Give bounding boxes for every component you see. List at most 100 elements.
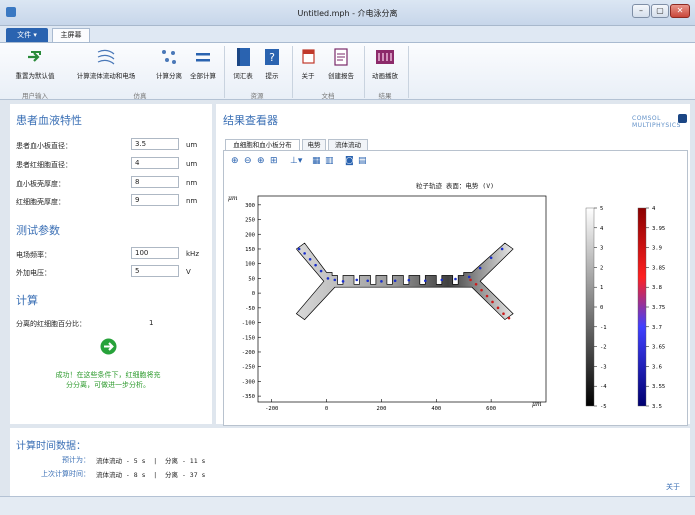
platelet-diameter-unit: um [186,141,198,149]
colorbar-tick-label: 3.8 [652,285,662,291]
legend-toggle-icon[interactable]: ▥ [325,156,334,166]
play-animation-button[interactable]: 动画播放 [366,47,404,80]
frequency-unit: kHz [186,250,199,258]
about-icon [302,49,315,64]
colorbar-tick-label: 3.75 [652,305,665,311]
y-tick-label: -200 [242,350,255,356]
play-animation-label: 动画播放 [372,72,398,80]
y-tick-label: -150 [242,335,255,341]
patient-section-title: 患者血液特性 [16,114,82,127]
colorbar-tick-label: 3 [600,246,603,252]
separation-icon [162,50,176,64]
compute-section-title: 计算 [16,294,38,307]
x-tick-label: 600 [486,406,496,412]
success-line-2: 分分离，可做进一步分析。 [66,381,150,389]
platelet-particle [500,247,504,251]
rbc-particle [496,306,500,310]
platelet-shell-unit: nm [186,179,198,187]
zoom-box-icon[interactable]: ⊕ [257,156,265,166]
rbc-percent-value: 1 [149,319,154,327]
colorbar-tick-label: 3.7 [652,325,662,331]
colorbar-tick-label: 0 [600,305,603,311]
minimize-button[interactable]: – [632,4,650,18]
animation-icon [376,50,394,64]
glossary-button[interactable]: 词汇表 [228,47,258,80]
compute-all-button[interactable]: 全部计算 [186,47,220,80]
success-line-1: 成功！在这些条件下，红细胞将充 [55,371,161,379]
platelet-particle [319,269,323,273]
camera-icon[interactable]: ◙ [345,156,354,166]
colorbar-tick-label: 3.95 [652,226,665,232]
rbc-shell-input[interactable]: 9 [131,194,179,206]
plot-area: 300250200150100500-50-100-150-200-250-30… [228,195,665,412]
group-simulation: 仿真 [133,92,147,100]
maximize-button[interactable]: ▢ [651,4,669,18]
colorbar-tick-label: -4 [600,384,607,390]
voltage-unit: V [186,268,191,276]
colorbar-tick-label: 3.65 [652,345,665,351]
platelet-particle [341,280,345,283]
platelet-diameter-label: 患者血小板直径： [16,142,72,150]
tab-home[interactable]: 主屏幕 [52,28,90,43]
x-tick-label: 0 [325,406,328,412]
status-bar [0,496,695,515]
compute-separation-button[interactable]: 计算分离 [152,47,186,80]
rbc-diameter-label: 患者红细胞直径： [16,161,72,169]
tips-button[interactable]: ? 提示 [258,47,286,80]
compute-separation-label: 计算分离 [156,72,182,80]
y-tick-label: 150 [245,247,255,253]
channel-geometry [295,242,514,321]
channel-outline [295,242,514,321]
platelet-particle [407,278,411,282]
axes-dropdown-icon[interactable]: ⊥▾ [290,156,302,166]
reset-defaults-label: 重置为默认值 [15,72,55,80]
zoom-in-icon[interactable]: ⊕ [231,156,239,166]
group-documents: 文档 [321,92,335,100]
tab-file[interactable]: 文件 ▾ [6,28,48,42]
colorbar-tick-label: 4 [652,206,656,212]
rbc-diameter-input[interactable]: 4 [131,157,179,169]
platelet-shell-input[interactable]: 8 [131,176,179,188]
platelet-particle [326,277,330,280]
ribbon-tab-row [0,26,695,42]
colorbar-tick-label: -2 [600,345,607,351]
voltage-input[interactable]: 5 [131,265,179,277]
zoom-out-icon[interactable]: ⊖ [244,156,252,166]
rbc-particle [480,288,483,292]
compute-all-icon [196,53,210,62]
ribbon-separator [408,46,409,98]
platelet-particle [467,275,471,279]
ribbon-separator [364,46,365,98]
platelet-particle [489,256,493,260]
print-icon[interactable]: ▤ [358,156,367,166]
ribbon-separator [224,46,225,98]
frequency-input[interactable]: 100 [131,247,179,259]
colorbar-tick-label: -5 [600,404,607,410]
colorbar-tick-label: 3.6 [652,364,662,370]
grid-toggle-icon[interactable]: ▦ [312,156,321,166]
voltage-label: 外加电压： [16,269,51,277]
zoom-extents-icon[interactable]: ⊞ [270,156,278,166]
about-button[interactable]: 关于 [296,47,320,80]
platelet-particle [303,252,306,255]
rbc-particle [474,282,478,286]
x-tick-label: 400 [431,406,441,412]
platelet-diameter-input[interactable]: 3.5 [131,138,179,150]
compute-flow-field-button[interactable]: 计算流体流动和电场 [60,47,152,80]
rbc-shell-label: 红细胞壳厚度： [16,198,65,206]
reset-defaults-button[interactable]: 重置为默认值 [10,47,60,80]
platelet-particle [308,257,312,261]
y-tick-label: 250 [245,218,255,224]
colorbar-tick-label: 3.5 [652,404,662,410]
close-button[interactable]: ✕ [670,4,690,18]
platelet-particle [424,279,427,283]
group-user-input: 用户输入 [22,92,48,100]
create-report-button[interactable]: 创建报告 [322,47,360,80]
compute-flow-field-label: 计算流体流动和电场 [76,72,136,80]
about-link[interactable]: 关于 [666,482,680,492]
rbc-particle [502,312,505,316]
report-icon [334,48,348,66]
comsol-logo-icon [678,114,687,123]
group-resources: 资源 [250,92,264,100]
y-tick-label: 0 [252,291,255,297]
